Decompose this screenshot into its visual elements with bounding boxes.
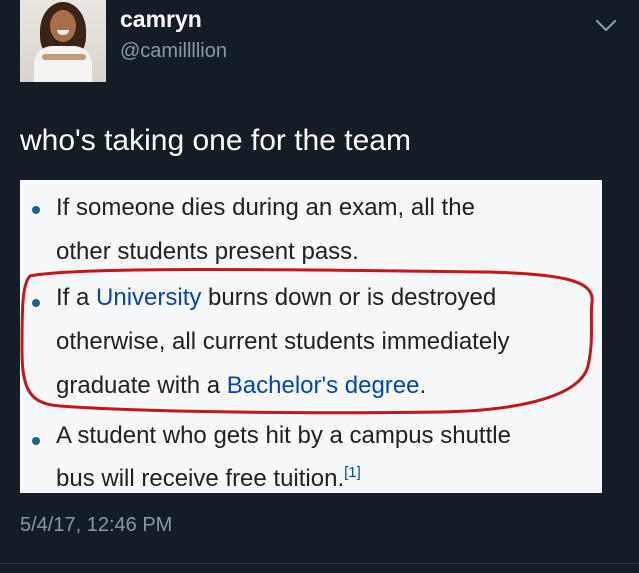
tweet-timestamp[interactable]: 5/4/17, 12:46 PM — [20, 514, 172, 537]
list-item-line: graduate with a Bachelor's degree. — [56, 372, 426, 400]
tweet-card: camryn @camillllion who's taking one for… — [0, 0, 639, 573]
list-item-line: other students present pass. — [56, 238, 359, 265]
bullet-icon — [32, 437, 40, 445]
avatar[interactable] — [20, 0, 106, 82]
bullet-icon — [32, 206, 40, 214]
chevron-down-icon[interactable] — [594, 18, 618, 34]
user-handle[interactable]: @camillllion — [120, 40, 227, 63]
bachelors-degree-link[interactable]: Bachelor's degree — [227, 372, 420, 399]
avatar-shirt — [34, 46, 92, 82]
list-item-line: If a University burns down or is destroy… — [56, 284, 496, 312]
list-item-line: If someone dies during an exam, all the — [56, 194, 475, 221]
attached-screenshot: If someone dies during an exam, all the … — [20, 180, 602, 493]
citation-link[interactable]: [1] — [344, 464, 361, 481]
list-item-line: bus will receive free tuition.[1] — [56, 464, 361, 493]
bullet-icon — [32, 299, 40, 307]
avatar-arm — [42, 54, 86, 60]
avatar-face — [50, 10, 76, 42]
text-segment: . — [419, 372, 427, 399]
text-segment: bus will receive free tuition. — [56, 465, 345, 492]
text-segment: burns down or is destroyed — [201, 284, 497, 311]
divider — [0, 563, 639, 564]
tweet-text: who's taking one for the team — [20, 124, 411, 157]
text-segment: If a — [56, 284, 97, 311]
list-item-line: otherwise, all current students immediat… — [56, 328, 510, 355]
display-name[interactable]: camryn — [120, 6, 202, 33]
university-link[interactable]: University — [96, 284, 201, 311]
text-segment: graduate with a — [56, 372, 227, 399]
list-item-line: A student who gets hit by a campus shutt… — [56, 422, 511, 449]
